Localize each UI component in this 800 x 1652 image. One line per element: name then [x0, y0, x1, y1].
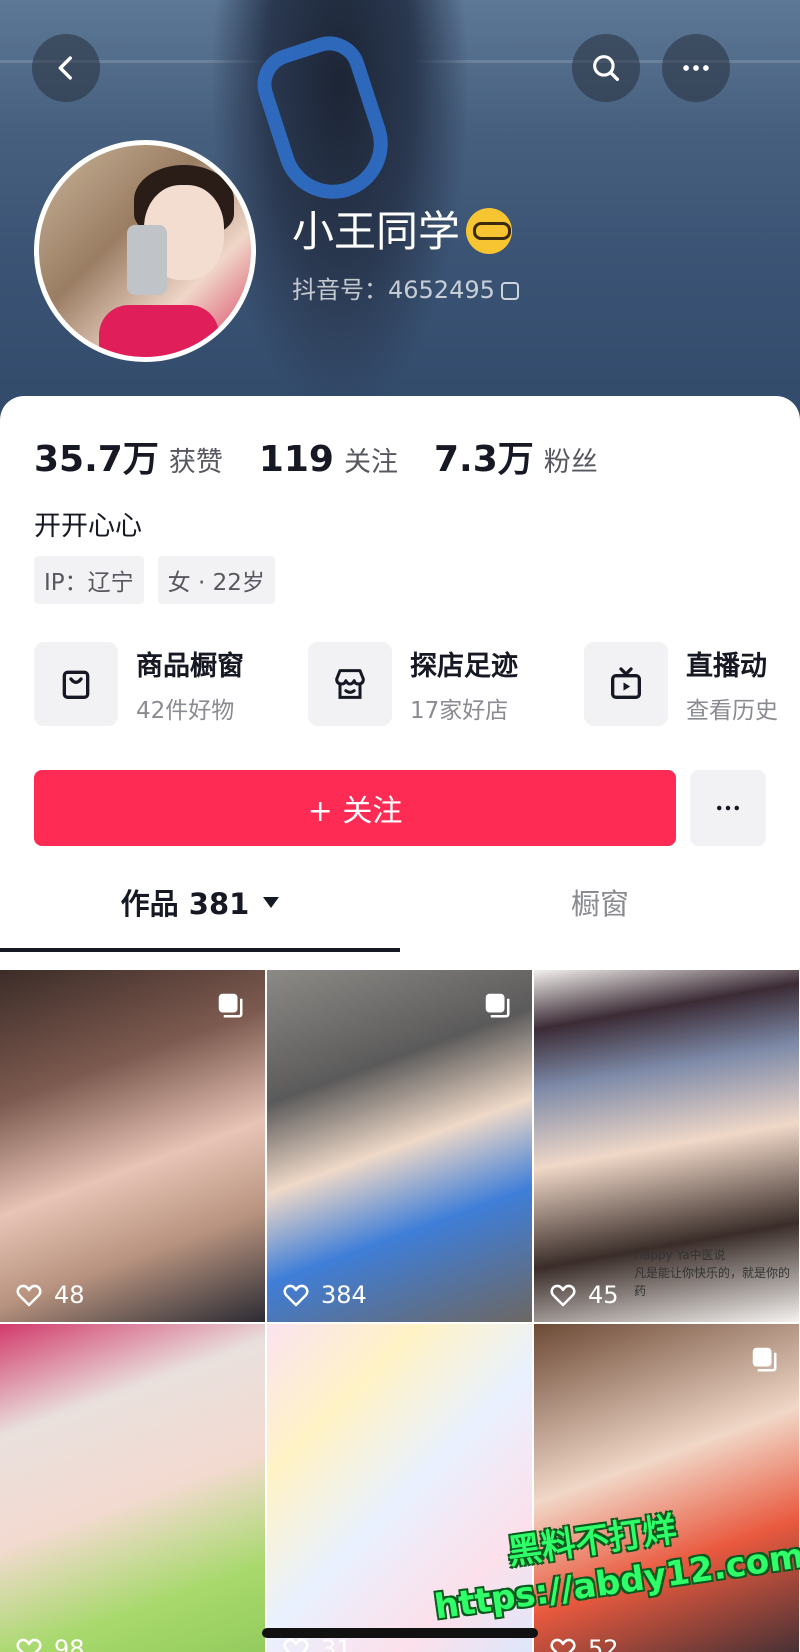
heart-icon — [16, 1284, 42, 1307]
tab-works[interactable]: 作品 381 — [0, 856, 400, 948]
content-tabs: 作品 381 橱窗 — [0, 856, 800, 952]
stat-likes-label: 获赞 — [168, 447, 223, 478]
video-caption-line: Happy Ya中医说 — [634, 1248, 726, 1262]
service-live-history[interactable]: 直播动 查看历史 — [584, 642, 778, 726]
video-thumbnail[interactable]: 98 — [0, 1324, 265, 1652]
video-caption-line: 凡是能让你快乐的，就是你的药 — [634, 1266, 791, 1298]
douyin-id[interactable]: 抖音号：4652495 — [292, 270, 519, 305]
heart-icon — [16, 1638, 42, 1652]
bio: 开开心心 — [34, 511, 142, 542]
nickname: 小王同学 — [292, 198, 513, 259]
like-count: 45 — [548, 1280, 619, 1310]
multi-image-icon — [752, 1347, 777, 1372]
video-thumbnail[interactable]: 384 — [267, 970, 532, 1322]
multi-image-icon — [218, 993, 243, 1018]
tab-indicator — [0, 948, 400, 952]
like-count-text: 384 — [321, 1281, 367, 1309]
avatar[interactable] — [34, 140, 256, 362]
back-button[interactable] — [32, 34, 100, 102]
service-title: 探店足迹 — [410, 650, 518, 682]
search-icon — [593, 55, 620, 82]
stat-followers[interactable]: 7.3万 粉丝 — [434, 430, 598, 482]
nickname-text: 小王同学 — [292, 207, 461, 256]
services-row: 商品橱窗 42件好物 探店足迹 17家好店 直播动 查看历史 — [34, 642, 800, 732]
like-count-text: 45 — [588, 1281, 619, 1309]
like-count: 52 — [548, 1634, 619, 1652]
video-thumbnail[interactable]: 48 — [0, 970, 265, 1322]
stat-following[interactable]: 119 关注 — [259, 439, 398, 480]
store-icon — [335, 669, 365, 699]
stat-following-label: 关注 — [343, 447, 398, 478]
more-horizontal-icon — [683, 65, 709, 71]
heart-icon — [283, 1284, 309, 1307]
like-count: 98 — [14, 1634, 85, 1652]
service-subtitle: 42件好物 — [136, 697, 235, 724]
search-button[interactable] — [572, 34, 640, 102]
shopping-bag-icon — [62, 670, 90, 699]
stat-likes-count: 35.7万 — [34, 439, 159, 480]
stat-followers-label: 粉丝 — [543, 447, 598, 478]
like-count-text: 52 — [588, 1635, 619, 1652]
like-count-text: 48 — [54, 1281, 85, 1309]
profile-card: 35.7万 获赞 119 关注 7.3万 粉丝 开开心心 IP：辽宁 女 · 2… — [0, 396, 800, 1652]
service-subtitle: 查看历史 — [686, 697, 778, 724]
tab-works-label: 作品 381 — [120, 887, 250, 921]
gender-age-tag: 女 · 22岁 — [157, 556, 275, 604]
stat-following-count: 119 — [258, 439, 334, 480]
chevron-left-icon — [58, 56, 72, 80]
douyin-id-text: 抖音号：4652495 — [292, 276, 495, 304]
like-count: 48 — [14, 1280, 85, 1310]
tv-play-icon — [611, 667, 641, 699]
copy-icon[interactable] — [500, 282, 519, 300]
tab-shop-window[interactable]: 橱窗 — [400, 856, 800, 948]
service-shop-window[interactable]: 商品橱窗 42件好物 — [34, 642, 244, 726]
ip-location-tag: IP：辽宁 — [34, 556, 144, 604]
caret-down-icon — [263, 896, 280, 908]
service-title: 直播动 — [686, 650, 767, 682]
more-actions-button[interactable] — [690, 770, 766, 846]
heart-icon — [550, 1638, 576, 1652]
video-caption: Happy Ya中医说 凡是能让你快乐的，就是你的药 — [634, 1246, 799, 1300]
service-subtitle: 17家好店 — [410, 697, 509, 724]
service-store-visits[interactable]: 探店足迹 17家好店 — [308, 642, 518, 726]
profile-tags: IP：辽宁 女 · 22岁 — [34, 556, 289, 604]
home-indicator[interactable] — [262, 1628, 538, 1638]
like-count: 384 — [281, 1280, 367, 1310]
stat-likes[interactable]: 35.7万 获赞 — [34, 430, 223, 482]
heart-icon — [550, 1284, 576, 1307]
video-thumbnail[interactable]: Happy Ya中医说 凡是能让你快乐的，就是你的药 45 — [534, 970, 799, 1322]
nerd-face-icon — [466, 207, 513, 254]
stats-row: 35.7万 获赞 119 关注 7.3万 粉丝 — [34, 430, 634, 482]
stat-followers-count: 7.3万 — [433, 439, 534, 480]
more-options-button[interactable] — [662, 34, 730, 102]
more-horizontal-icon — [717, 805, 739, 811]
follow-button[interactable]: + 关注 — [34, 770, 676, 846]
tab-shop-window-label: 橱窗 — [570, 887, 629, 921]
like-count-text: 98 — [54, 1635, 85, 1652]
service-title: 商品橱窗 — [136, 650, 244, 682]
multi-image-icon — [485, 993, 510, 1018]
